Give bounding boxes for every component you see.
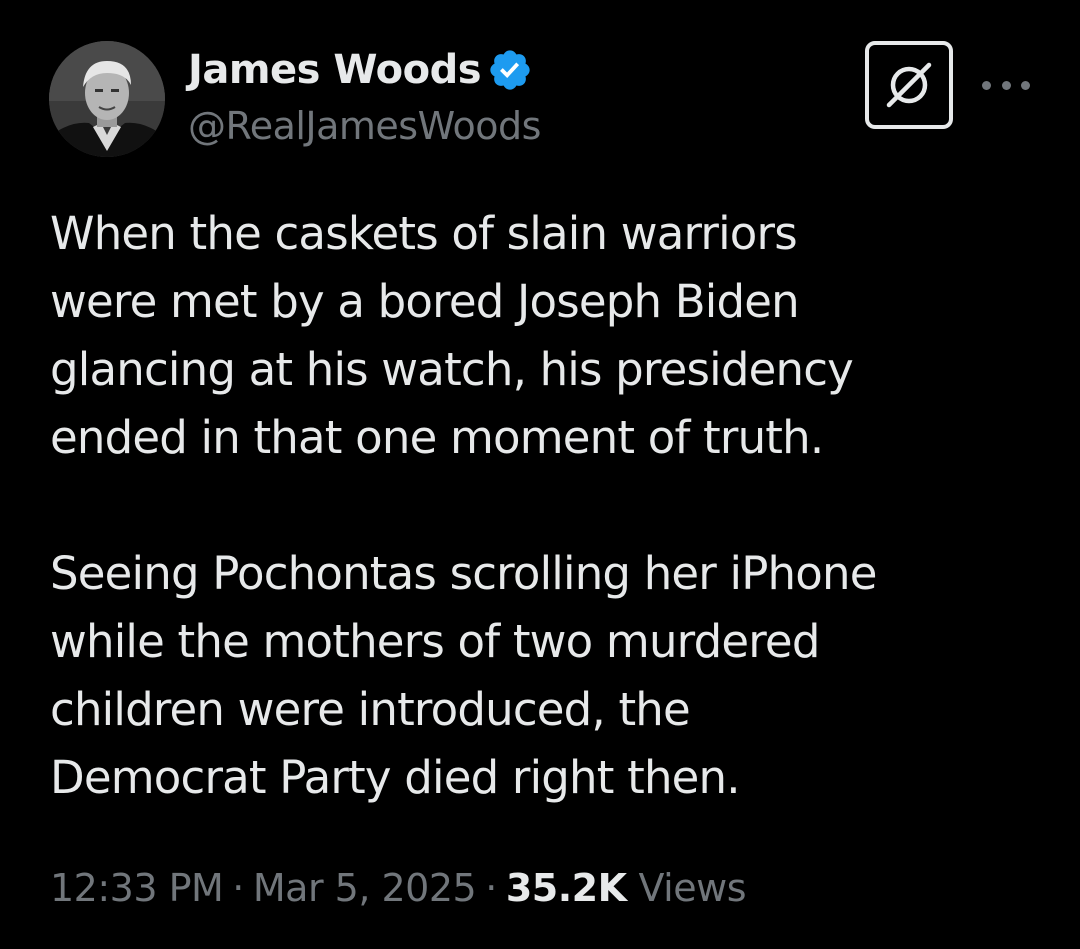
grok-icon [886, 62, 932, 108]
tweet-text: When the caskets of slain warriors were … [50, 200, 1060, 812]
grok-button[interactable] [865, 41, 953, 129]
author-handle[interactable]: @RealJamesWoods [188, 104, 541, 148]
more-dots-icon[interactable] [982, 70, 1030, 100]
tweet-meta: 12:33 PM · Mar 5, 2025 · 35.2K Views [50, 856, 747, 920]
separator: · [485, 866, 497, 910]
dot [982, 80, 991, 90]
verified-badge-icon[interactable] [487, 47, 533, 93]
avatar[interactable] [49, 41, 165, 157]
tweet-paragraph-2: Seeing Pochontas scrolling her iPhone wh… [50, 547, 877, 804]
dot [1001, 80, 1011, 90]
views-count[interactable]: 35.2K [506, 866, 627, 910]
author-name-row[interactable]: James Woods [188, 44, 533, 96]
tweet-card: James Woods @RealJamesWoods When the cas… [0, 0, 1080, 949]
separator: · [232, 866, 244, 910]
avatar-photo [49, 41, 165, 157]
author-display-name[interactable]: James Woods [188, 47, 482, 93]
tweet-date[interactable]: Mar 5, 2025 [253, 866, 477, 910]
tweet-time[interactable]: 12:33 PM [50, 866, 224, 910]
dot [1021, 80, 1030, 90]
tweet-paragraph-1: When the caskets of slain warriors were … [50, 207, 854, 464]
views-label[interactable]: Views [639, 866, 747, 910]
